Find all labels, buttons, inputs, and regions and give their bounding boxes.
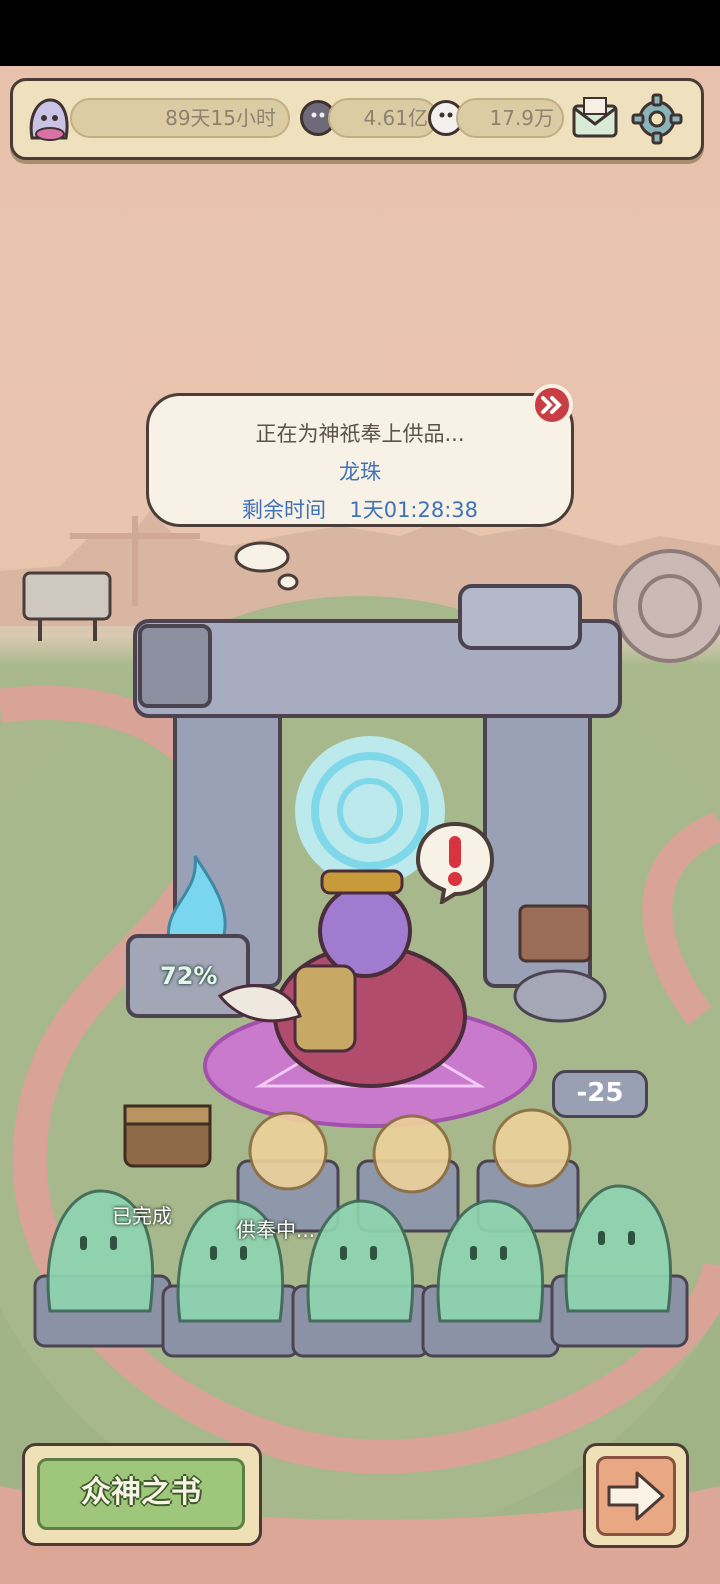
signboard [22,571,112,641]
offering-status-bubble: 正在为神祇奉上供品... 龙珠 剩余时间 1天01:28:38 [146,393,574,527]
slot-completed-label: 已完成 [112,1204,172,1228]
treasure-chest [123,1104,212,1168]
ghost-avatar-icon[interactable] [24,94,74,144]
scene-artwork [0,511,720,1584]
remaining-time-label: 剩余时间 [241,498,326,522]
currency-1-value: 4.61亿 [363,106,428,130]
right-arrow-icon [607,1471,665,1521]
rubble-rock [513,969,607,1023]
game-scene [0,66,720,1584]
player-time-text: 89天15小时 [165,106,276,130]
slot-offering-label: 供奉中... [236,1218,316,1242]
remaining-time-row: 剩余时间 1天01:28:38 [149,494,571,524]
currency-2-value: 17.9万 [489,106,554,130]
currency-1-pill: 4.61亿 [328,98,438,138]
book-of-gods-label: 众神之书 [37,1458,245,1530]
shell-decoration [613,549,720,663]
mail-icon[interactable] [570,94,620,144]
top-status-bar: 89天15小时 4.61亿 17.9万 [10,78,704,164]
player-time-pill: 89天15小时 [70,98,290,138]
currency-2-pill: 17.9万 [456,98,564,138]
thought-bubble-small [234,541,290,573]
remaining-time-value: 1天01:28:38 [349,498,479,522]
next-button-face [596,1456,676,1536]
offering-status-text: 正在为神祇奉上供品... [255,422,465,446]
fast-forward-icon[interactable] [530,383,574,427]
altar-progress-percent: 72% [160,962,218,990]
damage-popup: -25 [552,1070,648,1118]
offering-item-name: 龙珠 [339,460,381,484]
next-button[interactable] [583,1443,689,1548]
thought-bubble-tiny [277,573,299,591]
orb-pedestals [236,1108,580,1233]
book-of-gods-button[interactable]: 众神之书 [22,1443,262,1546]
exclamation-icon[interactable] [412,818,498,907]
gear-icon[interactable] [630,92,684,146]
damage-popup-text: -25 [576,1078,624,1108]
rusty-machine [518,904,592,963]
